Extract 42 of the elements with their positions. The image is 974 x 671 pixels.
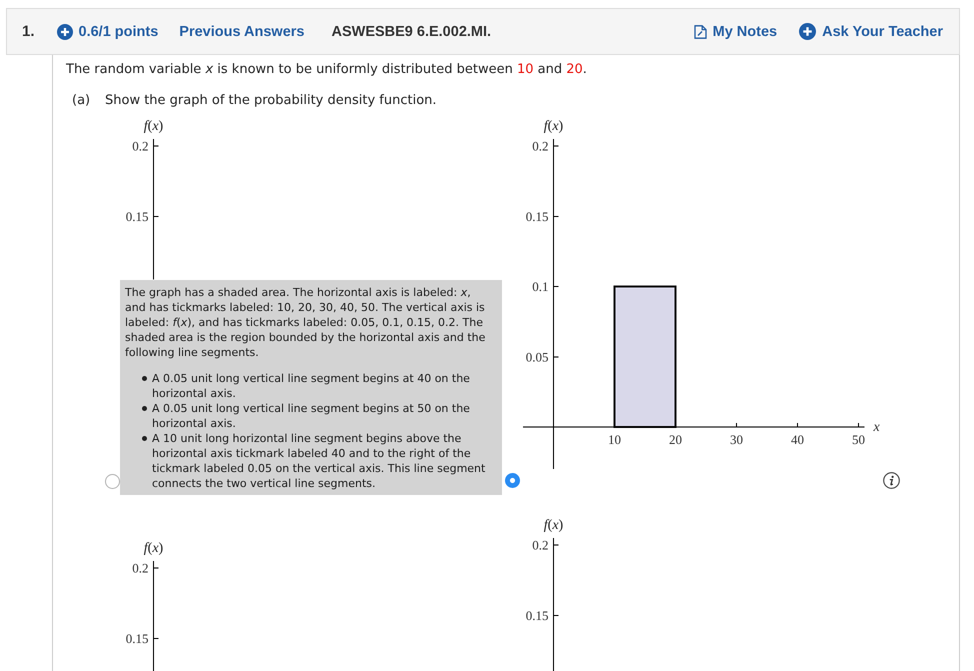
bullet-text: A 0.05 unit long vertical line segment begins at 40 on the horizontal axis. xyxy=(152,370,471,400)
my-notes-link[interactable]: My Notes xyxy=(694,24,778,40)
axis-label: f(x) xyxy=(544,119,564,134)
ask-teacher-link[interactable]: Ask Your Teacher xyxy=(799,23,943,40)
description-text: The graph has a shaded area. The horizontal axis is labeled: x, and has tickmarks labeled: 10, 20, 30, 40, 50. The vertical axis is labeled: f(x), and has tickmarks labeled: 0.05, 0.1, 0.15, 0.2. The shaded area is the region bounded by the horizontal axis and the following line segments. xyxy=(125,284,486,360)
axis-label: f(x) xyxy=(144,541,164,556)
tick-label: 0.2 xyxy=(132,138,148,154)
tick-label: 0.15 xyxy=(526,608,548,623)
plus-icon xyxy=(56,24,73,40)
bullet-icon xyxy=(142,376,147,380)
plus-icon xyxy=(799,23,816,40)
info-icon[interactable] xyxy=(883,472,900,490)
document-icon xyxy=(694,24,707,38)
question-text: The random variable x is known to be uniformly distributed between 10 and 20. xyxy=(66,62,588,78)
tick-label: 0.2 xyxy=(132,560,148,576)
axis-label: f(x) xyxy=(544,518,564,534)
tick-label: 0.15 xyxy=(126,208,148,224)
bullet-text: A 0.05 unit long vertical line segment begins at 50 on the horizontal axis. xyxy=(152,400,471,430)
tick-label: 30 xyxy=(730,432,743,448)
tick-label: 0.2 xyxy=(532,538,548,553)
points-button[interactable]: 0.6/1 points xyxy=(56,24,158,40)
tick-label: 0.15 xyxy=(126,630,148,646)
bullet-text: A 10 unit long horizontal line segment begins above the horizontal axis tickmark labeled 40 and to the right of the tickmark labeled 0.05 on the vertical axis. This line segment connects the two vertical line segments. xyxy=(152,430,486,490)
question-number: 1. xyxy=(22,23,35,40)
part-instruction: Show the graph of the probability density function. xyxy=(105,93,437,109)
part-label: (a) xyxy=(72,93,92,109)
axis-label: x xyxy=(873,420,880,436)
tick-label: 0.1 xyxy=(532,279,548,294)
question-code: ASWESBE9 6.E.002.MI. xyxy=(331,24,492,40)
tick-label: 50 xyxy=(852,432,865,448)
tick-label: 0.15 xyxy=(526,208,548,224)
axis-label: f(x) xyxy=(144,119,164,134)
tick-label: 20 xyxy=(669,432,682,448)
radio-button[interactable] xyxy=(505,473,520,488)
tick-label: 10 xyxy=(608,432,621,448)
bullet-icon xyxy=(142,436,147,440)
radio-button[interactable] xyxy=(105,474,120,490)
tick-label: 40 xyxy=(791,432,804,448)
tick-label: 0.05 xyxy=(526,349,548,364)
previous-answers-link[interactable]: Previous Answers xyxy=(179,24,304,40)
bullet-icon xyxy=(142,406,147,410)
tick-label: 0.2 xyxy=(532,138,548,154)
